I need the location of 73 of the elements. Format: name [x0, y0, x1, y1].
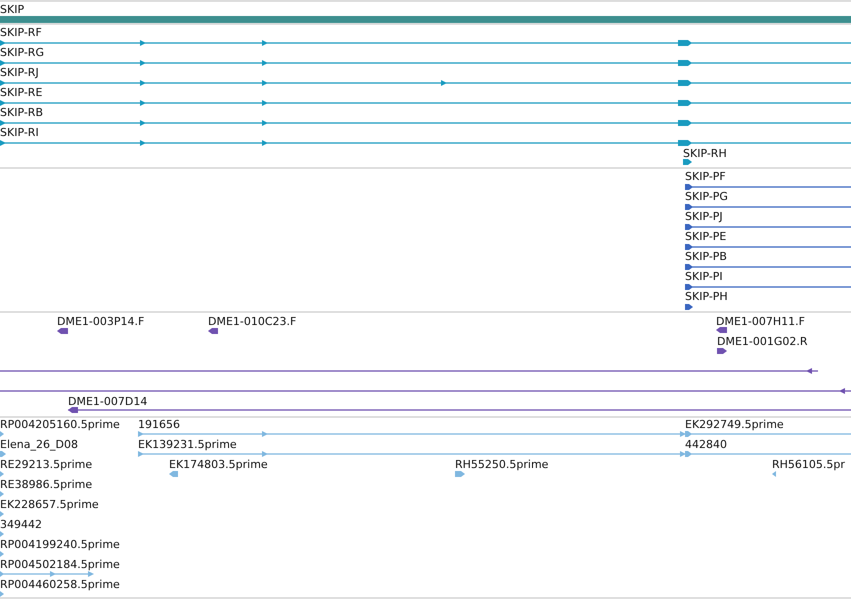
clone-glyph[interactable] [0, 368, 818, 374]
est-glyph[interactable] [0, 471, 4, 477]
feature-label: RE29213.5prime [0, 458, 92, 471]
est-glyph[interactable] [455, 471, 465, 477]
transcript-glyph[interactable] [685, 304, 693, 310]
feature-label: 191656 [138, 418, 180, 431]
clone-glyph[interactable] [0, 388, 851, 394]
feature-label: RH55250.5prime [455, 458, 548, 471]
feature-label: EK228657.5prime [0, 498, 99, 511]
feature-label: RH56105.5pr [772, 458, 845, 471]
feature-label: EK139231.5prime [138, 438, 237, 451]
feature-label: SKIP-PB [685, 250, 727, 263]
feature-label: DME1-001G02.R [717, 335, 808, 348]
transcript-glyph[interactable] [0, 80, 851, 86]
est-glyph[interactable] [0, 491, 4, 497]
feature-label: SKIP-RG [0, 46, 44, 59]
transcript-glyph[interactable] [683, 159, 692, 165]
est-glyph[interactable] [0, 551, 4, 557]
est-glyph[interactable] [169, 471, 178, 477]
transcript-glyph[interactable] [0, 60, 851, 66]
transcript-glyph[interactable] [685, 224, 851, 230]
feature-label: DME1-007D14 [68, 395, 148, 408]
feature-label: DME1-007H11.F [716, 315, 805, 328]
feature-label: SKIP-PG [685, 190, 728, 203]
clone-glyph[interactable] [68, 407, 851, 413]
feature-label: 442840 [685, 438, 727, 451]
transcript-glyph[interactable] [685, 204, 851, 210]
feature-label: SKIP-PI [685, 270, 723, 283]
feature-label: EK292749.5prime [685, 418, 784, 431]
est-glyph[interactable] [685, 451, 692, 457]
transcript-glyph[interactable] [0, 100, 851, 106]
est-glyph[interactable] [0, 511, 4, 517]
feature-label: RE38986.5prime [0, 478, 92, 491]
feature-label: SKIP-RJ [0, 66, 39, 79]
clone-glyph[interactable] [208, 328, 218, 334]
clone-glyph[interactable] [717, 348, 727, 354]
feature-label: RP004199240.5prime [0, 538, 120, 551]
transcript-glyph[interactable] [0, 40, 851, 46]
clone-glyph[interactable] [716, 327, 727, 333]
est-glyph[interactable] [138, 451, 851, 457]
feature-label: DME1-003P14.F [57, 315, 144, 328]
feature-label: SKIP-RB [0, 106, 43, 119]
est-glyph[interactable] [0, 571, 94, 577]
feature-label: SKIP-RH [683, 147, 727, 160]
est-glyph[interactable] [0, 531, 4, 537]
clone-glyph[interactable] [57, 328, 68, 334]
transcript-glyph[interactable] [685, 264, 851, 270]
feature-label: SKIP-RF [0, 26, 42, 39]
feature-label: Elena_26_D08 [0, 438, 78, 451]
transcript-glyph[interactable] [685, 184, 851, 190]
feature-label: SKIP-RI [0, 126, 39, 139]
transcript-glyph[interactable] [0, 140, 851, 146]
transcript-glyph[interactable] [685, 284, 851, 290]
feature-label: SKIP-PF [685, 170, 726, 183]
feature-label: SKIP-PH [685, 290, 728, 303]
est-glyph[interactable] [0, 451, 6, 457]
est-glyph[interactable] [0, 591, 4, 597]
transcript-glyph[interactable] [0, 120, 851, 126]
feature-label: RP004205160.5prime [0, 418, 120, 431]
est-glyph[interactable] [685, 431, 692, 437]
est-glyph[interactable] [0, 431, 4, 437]
est-glyph[interactable] [138, 431, 851, 437]
est-glyph[interactable] [772, 471, 776, 477]
feature-label: RP004460258.5prime [0, 578, 120, 591]
feature-label: RP004502184.5prime [0, 558, 120, 571]
feature-label: SKIP-PE [685, 230, 726, 243]
feature-label: SKIP-RE [0, 86, 42, 99]
feature-label: 349442 [0, 518, 42, 531]
transcript-glyph[interactable] [685, 244, 851, 250]
feature-label: DME1-010C23.F [208, 315, 296, 328]
gene-label: SKIP [0, 3, 24, 16]
feature-label: EK174803.5prime [169, 458, 268, 471]
feature-label: SKIP-PJ [685, 210, 723, 223]
